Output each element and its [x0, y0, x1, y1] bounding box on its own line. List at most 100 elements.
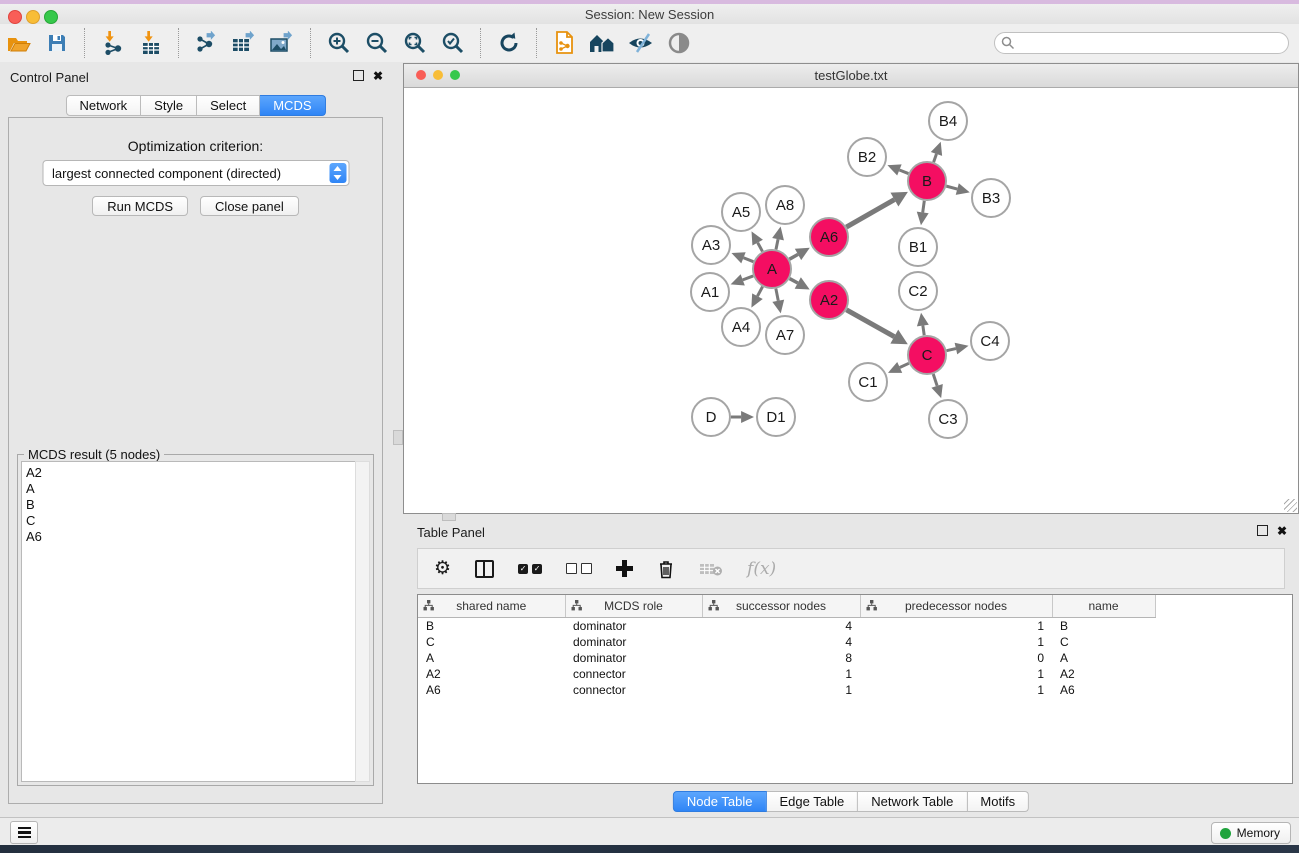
table-cell[interactable]: A — [1052, 650, 1155, 666]
mcds-result-item[interactable]: B — [26, 497, 355, 513]
graph-edge[interactable] — [757, 287, 762, 297]
graph-edge[interactable] — [900, 363, 909, 367]
graph-node-D1[interactable]: D1 — [757, 398, 795, 436]
float-panel-icon[interactable] — [353, 70, 364, 81]
mcds-result-list[interactable]: A2ABCA6 — [21, 461, 356, 782]
graph-node-A8[interactable]: A8 — [766, 186, 804, 224]
graph-node-A[interactable]: A — [753, 250, 791, 288]
table-cell[interactable]: 4 — [702, 634, 860, 650]
table-cell[interactable]: dominator — [565, 650, 702, 666]
tab-node-table[interactable]: Node Table — [673, 791, 767, 812]
table-row[interactable]: A2connector11A2 — [418, 666, 1155, 682]
graph-node-A6[interactable]: A6 — [810, 218, 848, 256]
task-history-button[interactable] — [10, 821, 38, 844]
graph-edge[interactable] — [776, 239, 778, 249]
refresh-layout-button[interactable] — [492, 27, 526, 59]
show-details-button[interactable] — [662, 27, 696, 59]
table-row[interactable]: Adominator80A — [418, 650, 1155, 666]
table-cell[interactable]: B — [418, 618, 565, 635]
graph-edge[interactable] — [899, 170, 908, 174]
table-cell[interactable]: A6 — [418, 682, 565, 698]
column-header-successor-nodes[interactable]: successor nodes — [702, 595, 860, 618]
export-image-button[interactable] — [266, 27, 300, 59]
column-header-shared-name[interactable]: shared name — [418, 595, 565, 618]
table-cell[interactable]: 8 — [702, 650, 860, 666]
show-columns-icon[interactable] — [475, 560, 494, 578]
mcds-result-item[interactable]: A2 — [26, 465, 355, 481]
graph-edge[interactable] — [846, 200, 894, 227]
table-settings-gear-icon[interactable]: ⚙ — [434, 559, 451, 578]
table-cell[interactable]: connector — [565, 682, 702, 698]
search-input[interactable] — [994, 32, 1289, 54]
table-cell[interactable]: A6 — [1052, 682, 1155, 698]
tab-style[interactable]: Style — [141, 95, 197, 116]
table-row[interactable]: Bdominator41B — [418, 618, 1155, 635]
graph-edge[interactable] — [923, 326, 924, 336]
table-cell[interactable]: A2 — [1052, 666, 1155, 682]
graph-edge[interactable] — [743, 276, 754, 280]
select-all-rows-icon[interactable]: ✓✓ — [518, 564, 542, 574]
graph-edge[interactable] — [790, 279, 798, 283]
result-scrollbar[interactable] — [355, 461, 370, 782]
table-cell[interactable]: 0 — [860, 650, 1052, 666]
tab-select[interactable]: Select — [197, 95, 260, 116]
graph-node-C2[interactable]: C2 — [899, 272, 937, 310]
zoom-selected-button[interactable] — [436, 27, 470, 59]
tab-network-table[interactable]: Network Table — [858, 791, 967, 812]
open-session-button[interactable] — [2, 27, 36, 59]
tab-motifs[interactable]: Motifs — [967, 791, 1029, 812]
graph-node-A4[interactable]: A4 — [722, 308, 760, 346]
memory-button[interactable]: Memory — [1211, 822, 1291, 844]
close-panel-icon[interactable]: ✖ — [373, 71, 383, 81]
mcds-result-item[interactable]: C — [26, 513, 355, 529]
graph-edge[interactable] — [743, 258, 753, 262]
graph-node-B3[interactable]: B3 — [972, 179, 1010, 217]
mcds-result-item[interactable]: A — [26, 481, 355, 497]
table-cell[interactable]: 1 — [860, 618, 1052, 635]
graph-node-C[interactable]: C — [908, 336, 946, 374]
network-canvas[interactable]: B4B2BB3A5A8A6A3B1AC2A1A2A4A7C4CC1C3DD1 — [404, 88, 1298, 512]
zoom-out-button[interactable] — [360, 27, 394, 59]
graph-edge[interactable] — [758, 243, 763, 252]
graph-edge[interactable] — [789, 254, 798, 259]
deselect-all-rows-icon[interactable] — [566, 563, 592, 574]
table-cell[interactable]: 1 — [860, 634, 1052, 650]
graph-edge[interactable] — [947, 349, 956, 351]
graph-node-C4[interactable]: C4 — [971, 322, 1009, 360]
table-cell[interactable]: A2 — [418, 666, 565, 682]
zoom-in-button[interactable] — [322, 27, 356, 59]
table-cell[interactable]: A — [418, 650, 565, 666]
column-header-name[interactable]: name — [1052, 595, 1155, 618]
table-cell[interactable]: 1 — [702, 682, 860, 698]
graph-node-B[interactable]: B — [908, 162, 946, 200]
graph-edge[interactable] — [776, 289, 778, 301]
resize-grip-icon[interactable] — [1284, 499, 1297, 512]
criterion-select[interactable]: largest connected component (directed) — [42, 160, 349, 186]
save-session-button[interactable] — [40, 27, 74, 59]
export-table-button[interactable] — [228, 27, 262, 59]
table-cell[interactable]: 1 — [860, 666, 1052, 682]
vertical-split-handle[interactable] — [393, 430, 403, 445]
graph-node-C3[interactable]: C3 — [929, 400, 967, 438]
import-network-button[interactable] — [96, 27, 130, 59]
table-cell[interactable]: C — [1052, 634, 1155, 650]
graph-node-D[interactable]: D — [692, 398, 730, 436]
graph-node-A5[interactable]: A5 — [722, 193, 760, 231]
table-cell[interactable]: dominator — [565, 618, 702, 635]
graph-edge[interactable] — [946, 186, 957, 189]
close-panel-button[interactable]: Close panel — [200, 196, 299, 216]
column-header-predecessor-nodes[interactable]: predecessor nodes — [860, 595, 1052, 618]
table-cell[interactable]: connector — [565, 666, 702, 682]
table-cell[interactable]: dominator — [565, 634, 702, 650]
graph-node-A2[interactable]: A2 — [810, 281, 848, 319]
mcds-result-item[interactable]: A6 — [26, 529, 355, 545]
add-column-icon[interactable] — [616, 560, 633, 577]
tab-edge-table[interactable]: Edge Table — [766, 791, 858, 812]
table-cell[interactable]: 1 — [860, 682, 1052, 698]
graph-node-B1[interactable]: B1 — [899, 228, 937, 266]
column-header-MCDS-role[interactable]: MCDS role — [565, 595, 702, 618]
tab-network[interactable]: Network — [65, 95, 141, 116]
graph-node-A7[interactable]: A7 — [766, 316, 804, 354]
network-titlebar[interactable]: testGlobe.txt — [404, 64, 1298, 88]
close-panel-icon[interactable]: ✖ — [1277, 526, 1287, 536]
